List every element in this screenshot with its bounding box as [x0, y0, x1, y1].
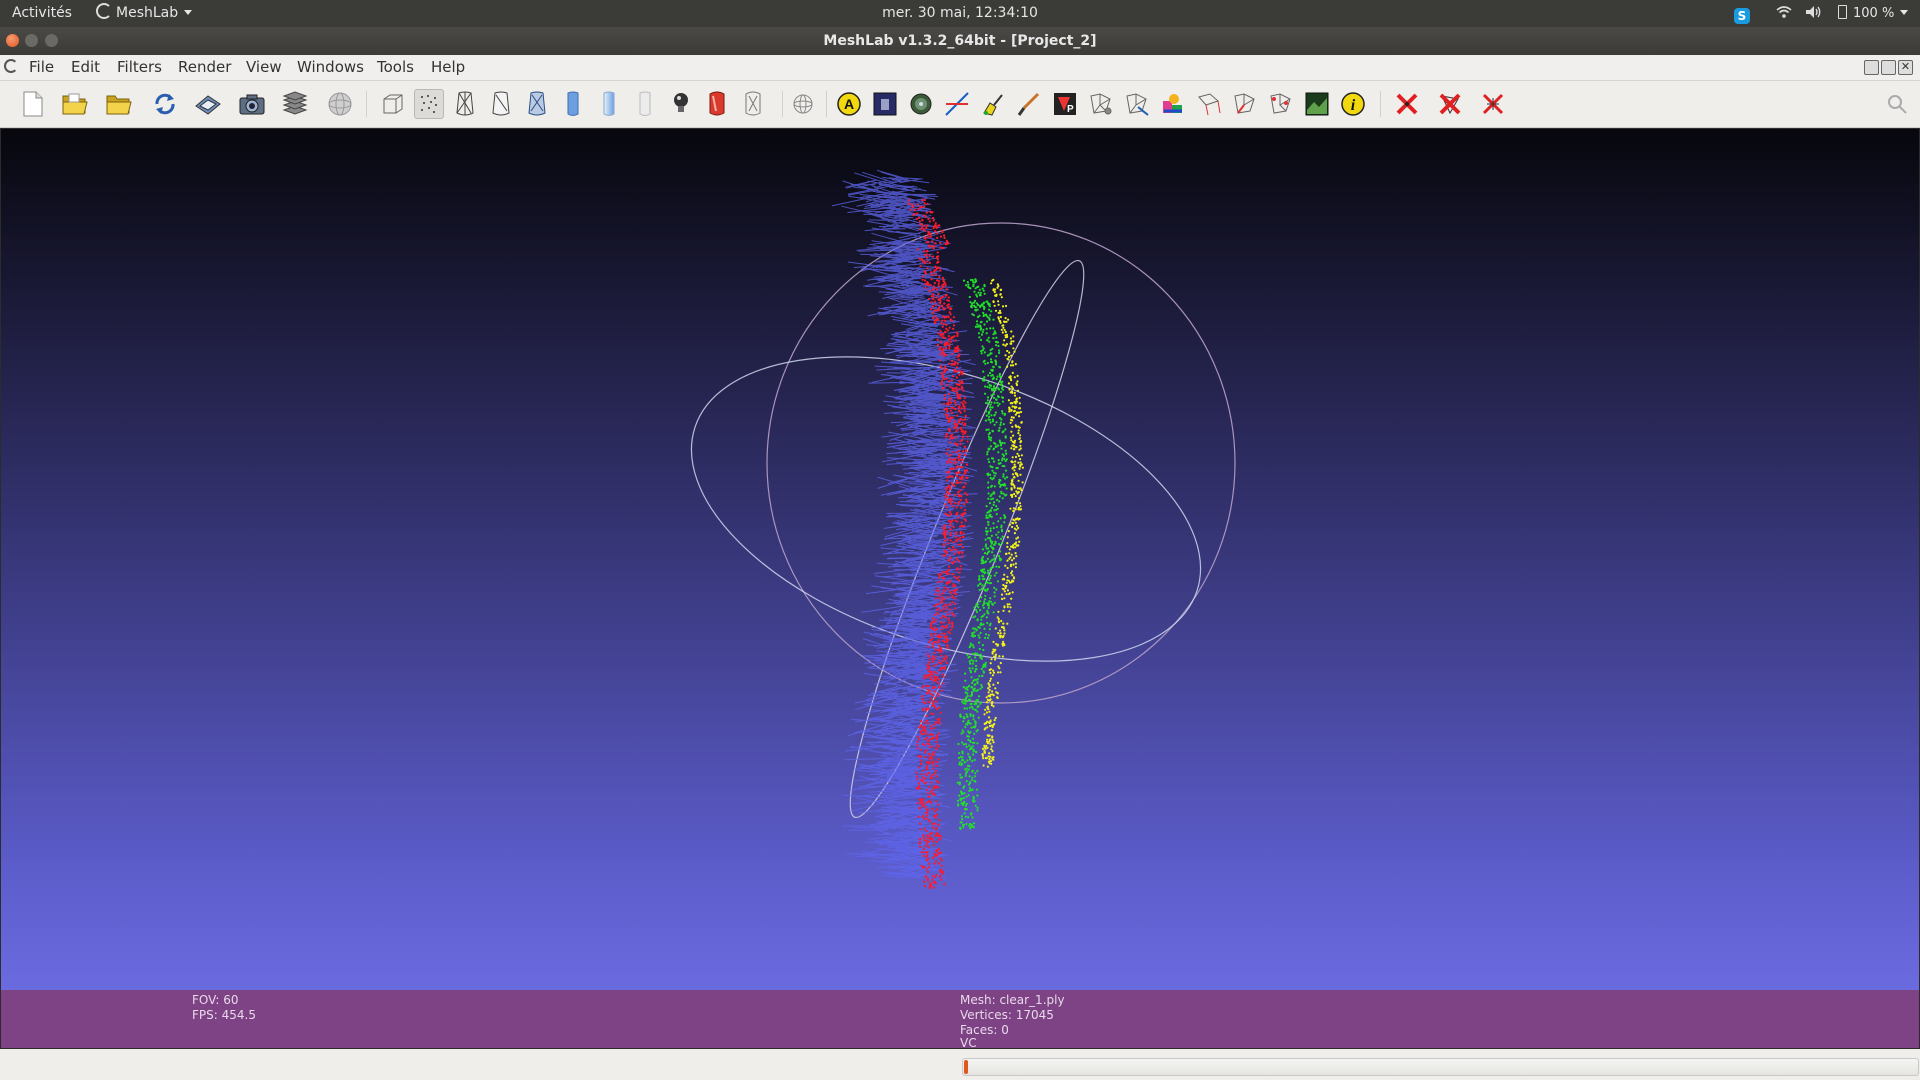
new-file-icon[interactable]	[18, 89, 48, 119]
menu-help[interactable]: Help	[431, 55, 465, 80]
mesh-name: Mesh: clear_1.ply	[960, 993, 1065, 1007]
point-cloud-render[interactable]	[1, 129, 1919, 990]
battery-label: 100 %	[1853, 6, 1895, 21]
clock[interactable]: mer. 30 mai, 12:34:10	[0, 0, 1920, 27]
chevron-down-icon	[184, 10, 193, 15]
reload-icon[interactable]	[150, 89, 180, 119]
menu-edit[interactable]: Edit	[71, 55, 100, 80]
chevron-down-icon	[1900, 10, 1909, 15]
manipulator-icon[interactable]	[1230, 89, 1260, 119]
window-title-bar[interactable]: MeshLab v1.3.2_64bit - [Project_2]	[0, 27, 1920, 55]
points-render-icon[interactable]	[414, 89, 444, 119]
annotation-icon[interactable]: A	[834, 89, 864, 119]
layers-icon[interactable]	[280, 89, 310, 119]
toolbar-separator	[782, 91, 783, 117]
smooth-icon[interactable]	[594, 89, 624, 119]
brush-icon[interactable]	[1014, 89, 1044, 119]
toolbar-separator	[1380, 91, 1381, 117]
select-vertices-icon[interactable]	[1086, 89, 1116, 119]
top-panel: Activités MeshLab mer. 30 mai, 12:34:10 …	[0, 0, 1920, 27]
paint-icon[interactable]	[978, 89, 1008, 119]
skype-icon[interactable]: S	[1734, 0, 1750, 27]
color-paint-icon[interactable]	[1158, 89, 1188, 119]
mesh-info-icon[interactable]	[906, 89, 936, 119]
pick-points-icon[interactable]	[1266, 89, 1296, 119]
menu-bar: File Edit Filters Render View Windows To…	[0, 55, 1920, 81]
main-toolbar: A P i	[0, 81, 1920, 128]
open-mesh-icon[interactable]	[104, 89, 134, 119]
fps-readout: FPS: 454.5	[192, 1008, 256, 1022]
delete-all-icon[interactable]	[1478, 89, 1508, 119]
progress-fill	[964, 1060, 968, 1074]
fancy-lighting-icon[interactable]	[702, 89, 732, 119]
mdi-restore-button[interactable]	[1881, 60, 1896, 75]
app-menu-label: MeshLab	[116, 5, 179, 21]
menu-filters[interactable]: Filters	[117, 55, 162, 80]
delete-vertices-icon[interactable]	[1392, 89, 1422, 119]
menu-view[interactable]: View	[246, 55, 282, 80]
bounding-box-icon[interactable]	[378, 89, 408, 119]
back-face-icon[interactable]	[738, 89, 768, 119]
meshlab-icon	[96, 3, 112, 19]
svg-text:A: A	[844, 96, 854, 112]
activities-button[interactable]: Activités	[12, 0, 72, 27]
app-menu-button[interactable]: MeshLab	[96, 0, 193, 27]
menu-tools[interactable]: Tools	[377, 55, 414, 80]
window-title: MeshLab v1.3.2_64bit - [Project_2]	[823, 33, 1097, 49]
fov-readout: FOV: 60	[192, 993, 239, 1007]
menu-render[interactable]: Render	[178, 55, 231, 80]
wireframe-icon[interactable]	[450, 89, 480, 119]
svg-text:i: i	[1351, 97, 1356, 114]
progress-bar	[962, 1058, 1919, 1076]
mdi-close-button[interactable]: ✕	[1898, 60, 1913, 75]
search-icon[interactable]	[1882, 89, 1912, 119]
globe-icon[interactable]	[325, 89, 355, 119]
battery-icon	[1838, 5, 1847, 19]
3d-viewport[interactable]	[1, 129, 1919, 990]
mdi-minimize-button[interactable]	[1864, 60, 1879, 75]
flat-lines-icon[interactable]	[522, 89, 552, 119]
camera-icon[interactable]	[237, 89, 267, 119]
menu-windows[interactable]: Windows	[297, 55, 364, 80]
point-cloud	[831, 169, 1024, 890]
open-project-icon[interactable]	[60, 89, 90, 119]
trackball-icon[interactable]	[788, 89, 818, 119]
image-icon[interactable]	[1302, 89, 1332, 119]
info-icon[interactable]: i	[1338, 89, 1368, 119]
flat-icon[interactable]	[558, 89, 588, 119]
document-icon[interactable]	[4, 55, 18, 80]
toolbar-separator	[826, 91, 827, 117]
vertex-color-flag: VC	[960, 1036, 977, 1048]
select-connected-icon[interactable]	[1122, 89, 1152, 119]
delete-faces-icon[interactable]	[1435, 89, 1465, 119]
volume-icon[interactable]	[1805, 0, 1823, 27]
menu-file[interactable]: File	[29, 55, 54, 80]
light-icon[interactable]	[666, 89, 696, 119]
save-snapshot-icon[interactable]	[193, 89, 223, 119]
raster-icon[interactable]	[870, 89, 900, 119]
face-count: Faces: 0	[960, 1023, 1009, 1037]
toolbar-separator	[366, 91, 367, 117]
texture-icon[interactable]	[630, 89, 660, 119]
info-panel: FOV: 60 FPS: 454.5 Mesh: clear_1.ply Ver…	[1, 990, 1919, 1048]
battery-indicator[interactable]: 100 %	[1838, 0, 1909, 27]
hidden-lines-icon[interactable]	[486, 89, 516, 119]
select-faces-icon[interactable]: P	[1050, 89, 1080, 119]
vertex-count: Vertices: 17045	[960, 1008, 1054, 1022]
measure-icon[interactable]	[942, 89, 972, 119]
point-cloud-yellow-points	[981, 278, 1024, 768]
wifi-icon[interactable]	[1776, 0, 1792, 27]
svg-text:P: P	[1067, 104, 1074, 115]
align-icon[interactable]	[1194, 89, 1224, 119]
